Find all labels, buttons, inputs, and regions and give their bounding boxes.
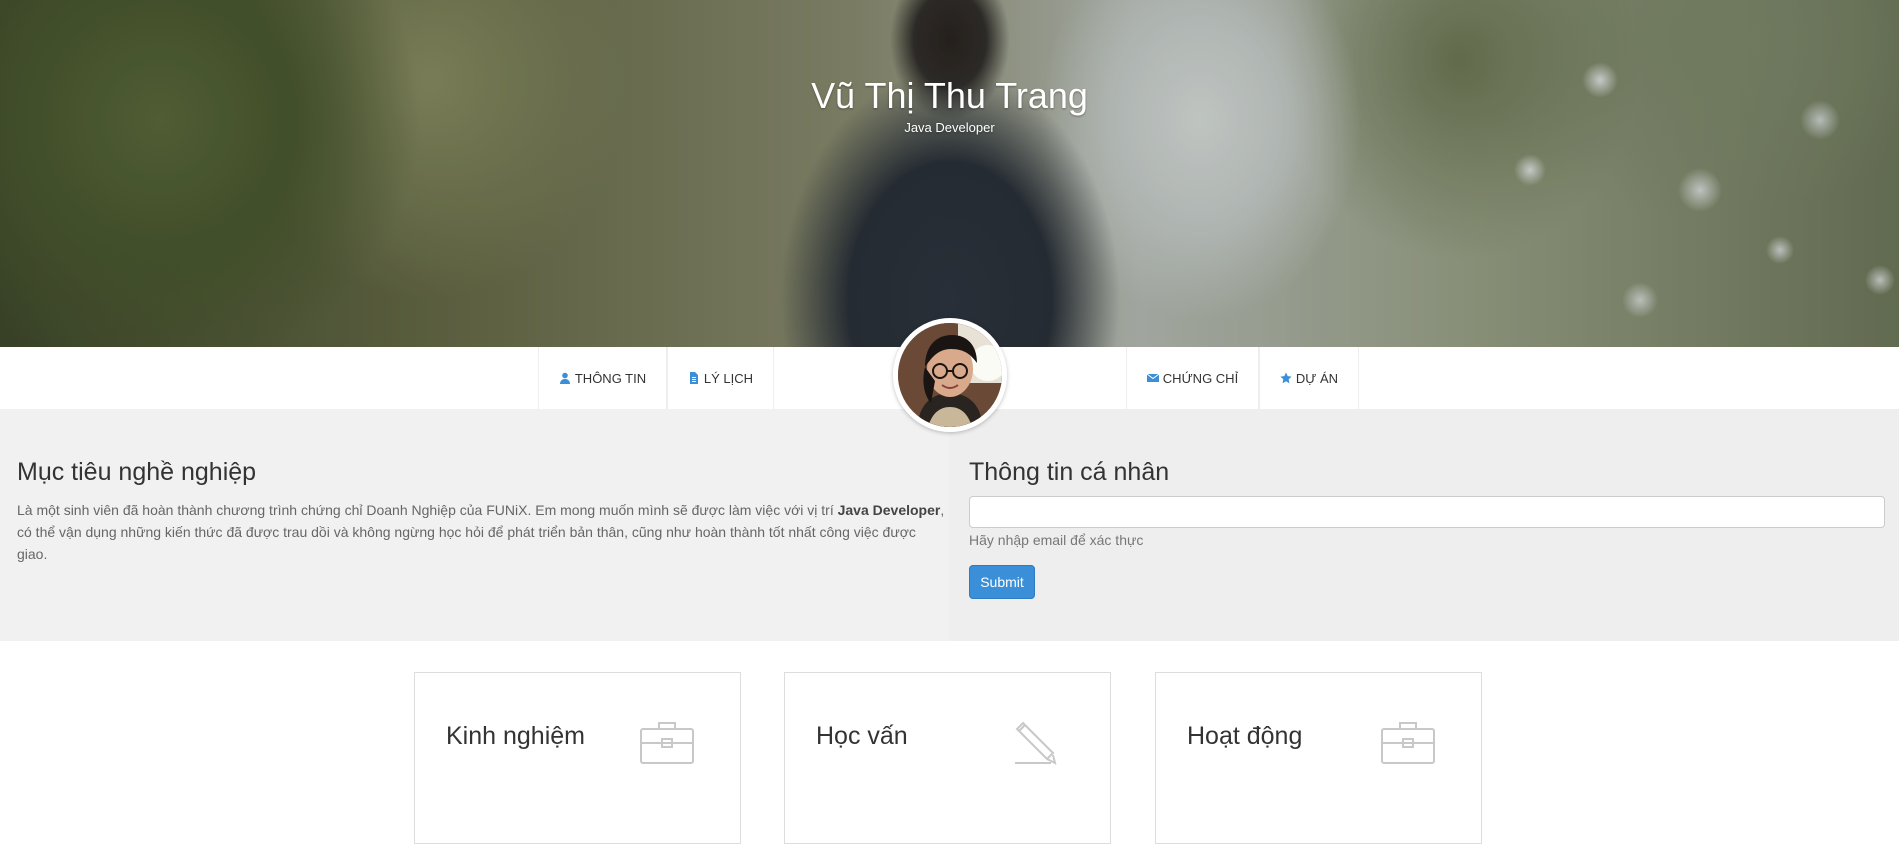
nav-item-ly-lich[interactable]: LÝ LỊCH bbox=[667, 347, 774, 409]
nav-item-label: DỰ ÁN bbox=[1295, 370, 1339, 386]
nav-item-thong-tin[interactable]: THÔNG TIN bbox=[538, 347, 667, 409]
card-activities[interactable]: Hoạt động bbox=[1155, 672, 1482, 844]
pencil-icon bbox=[1009, 719, 1065, 765]
email-input[interactable] bbox=[969, 496, 1885, 528]
card-title: Hoạt động bbox=[1187, 722, 1303, 750]
objective-text-start: Là một sinh viên đã hoàn thành chương tr… bbox=[17, 502, 838, 518]
objective-panel: Mục tiêu nghề nghiệp Là một sinh viên đã… bbox=[0, 409, 949, 641]
profile-photo bbox=[898, 323, 1002, 427]
card-title: Học vấn bbox=[816, 722, 908, 750]
email-help-text: Hãy nhập email để xác thực bbox=[969, 532, 1144, 548]
submit-button[interactable]: Submit bbox=[969, 565, 1035, 599]
hero-overlay bbox=[0, 0, 1899, 347]
nav-item-du-an[interactable]: DỰ ÁN bbox=[1259, 347, 1359, 409]
nav-item-label: CHỨNG CHỈ bbox=[1162, 370, 1239, 386]
file-icon bbox=[689, 372, 698, 384]
card-title: Kinh nghiệm bbox=[446, 722, 585, 750]
card-education[interactable]: Học vấn bbox=[784, 672, 1111, 844]
objective-text-highlight: Java Developer bbox=[837, 502, 941, 518]
briefcase-icon bbox=[1380, 719, 1436, 765]
profile-avatar bbox=[893, 318, 1007, 432]
objective-title: Mục tiêu nghề nghiệp bbox=[17, 458, 257, 486]
briefcase-icon bbox=[639, 719, 695, 765]
nav-item-label: THÔNG TIN bbox=[574, 370, 647, 386]
nav-item-label: LÝ LỊCH bbox=[703, 370, 754, 386]
objective-text: Là một sinh viên đã hoàn thành chương tr… bbox=[17, 499, 947, 565]
user-icon bbox=[559, 372, 570, 384]
hero-banner: Vũ Thị Thu Trang Java Developer bbox=[0, 0, 1899, 347]
card-experience[interactable]: Kinh nghiệm bbox=[414, 672, 741, 844]
personal-info-title: Thông tin cá nhân bbox=[969, 458, 1170, 486]
star-icon bbox=[1280, 372, 1292, 384]
nav-item-chung-chi[interactable]: CHỨNG CHỈ bbox=[1126, 347, 1259, 409]
profile-role: Java Developer bbox=[904, 120, 995, 135]
profile-name: Vũ Thị Thu Trang bbox=[811, 75, 1088, 116]
envelope-icon bbox=[1146, 373, 1159, 382]
